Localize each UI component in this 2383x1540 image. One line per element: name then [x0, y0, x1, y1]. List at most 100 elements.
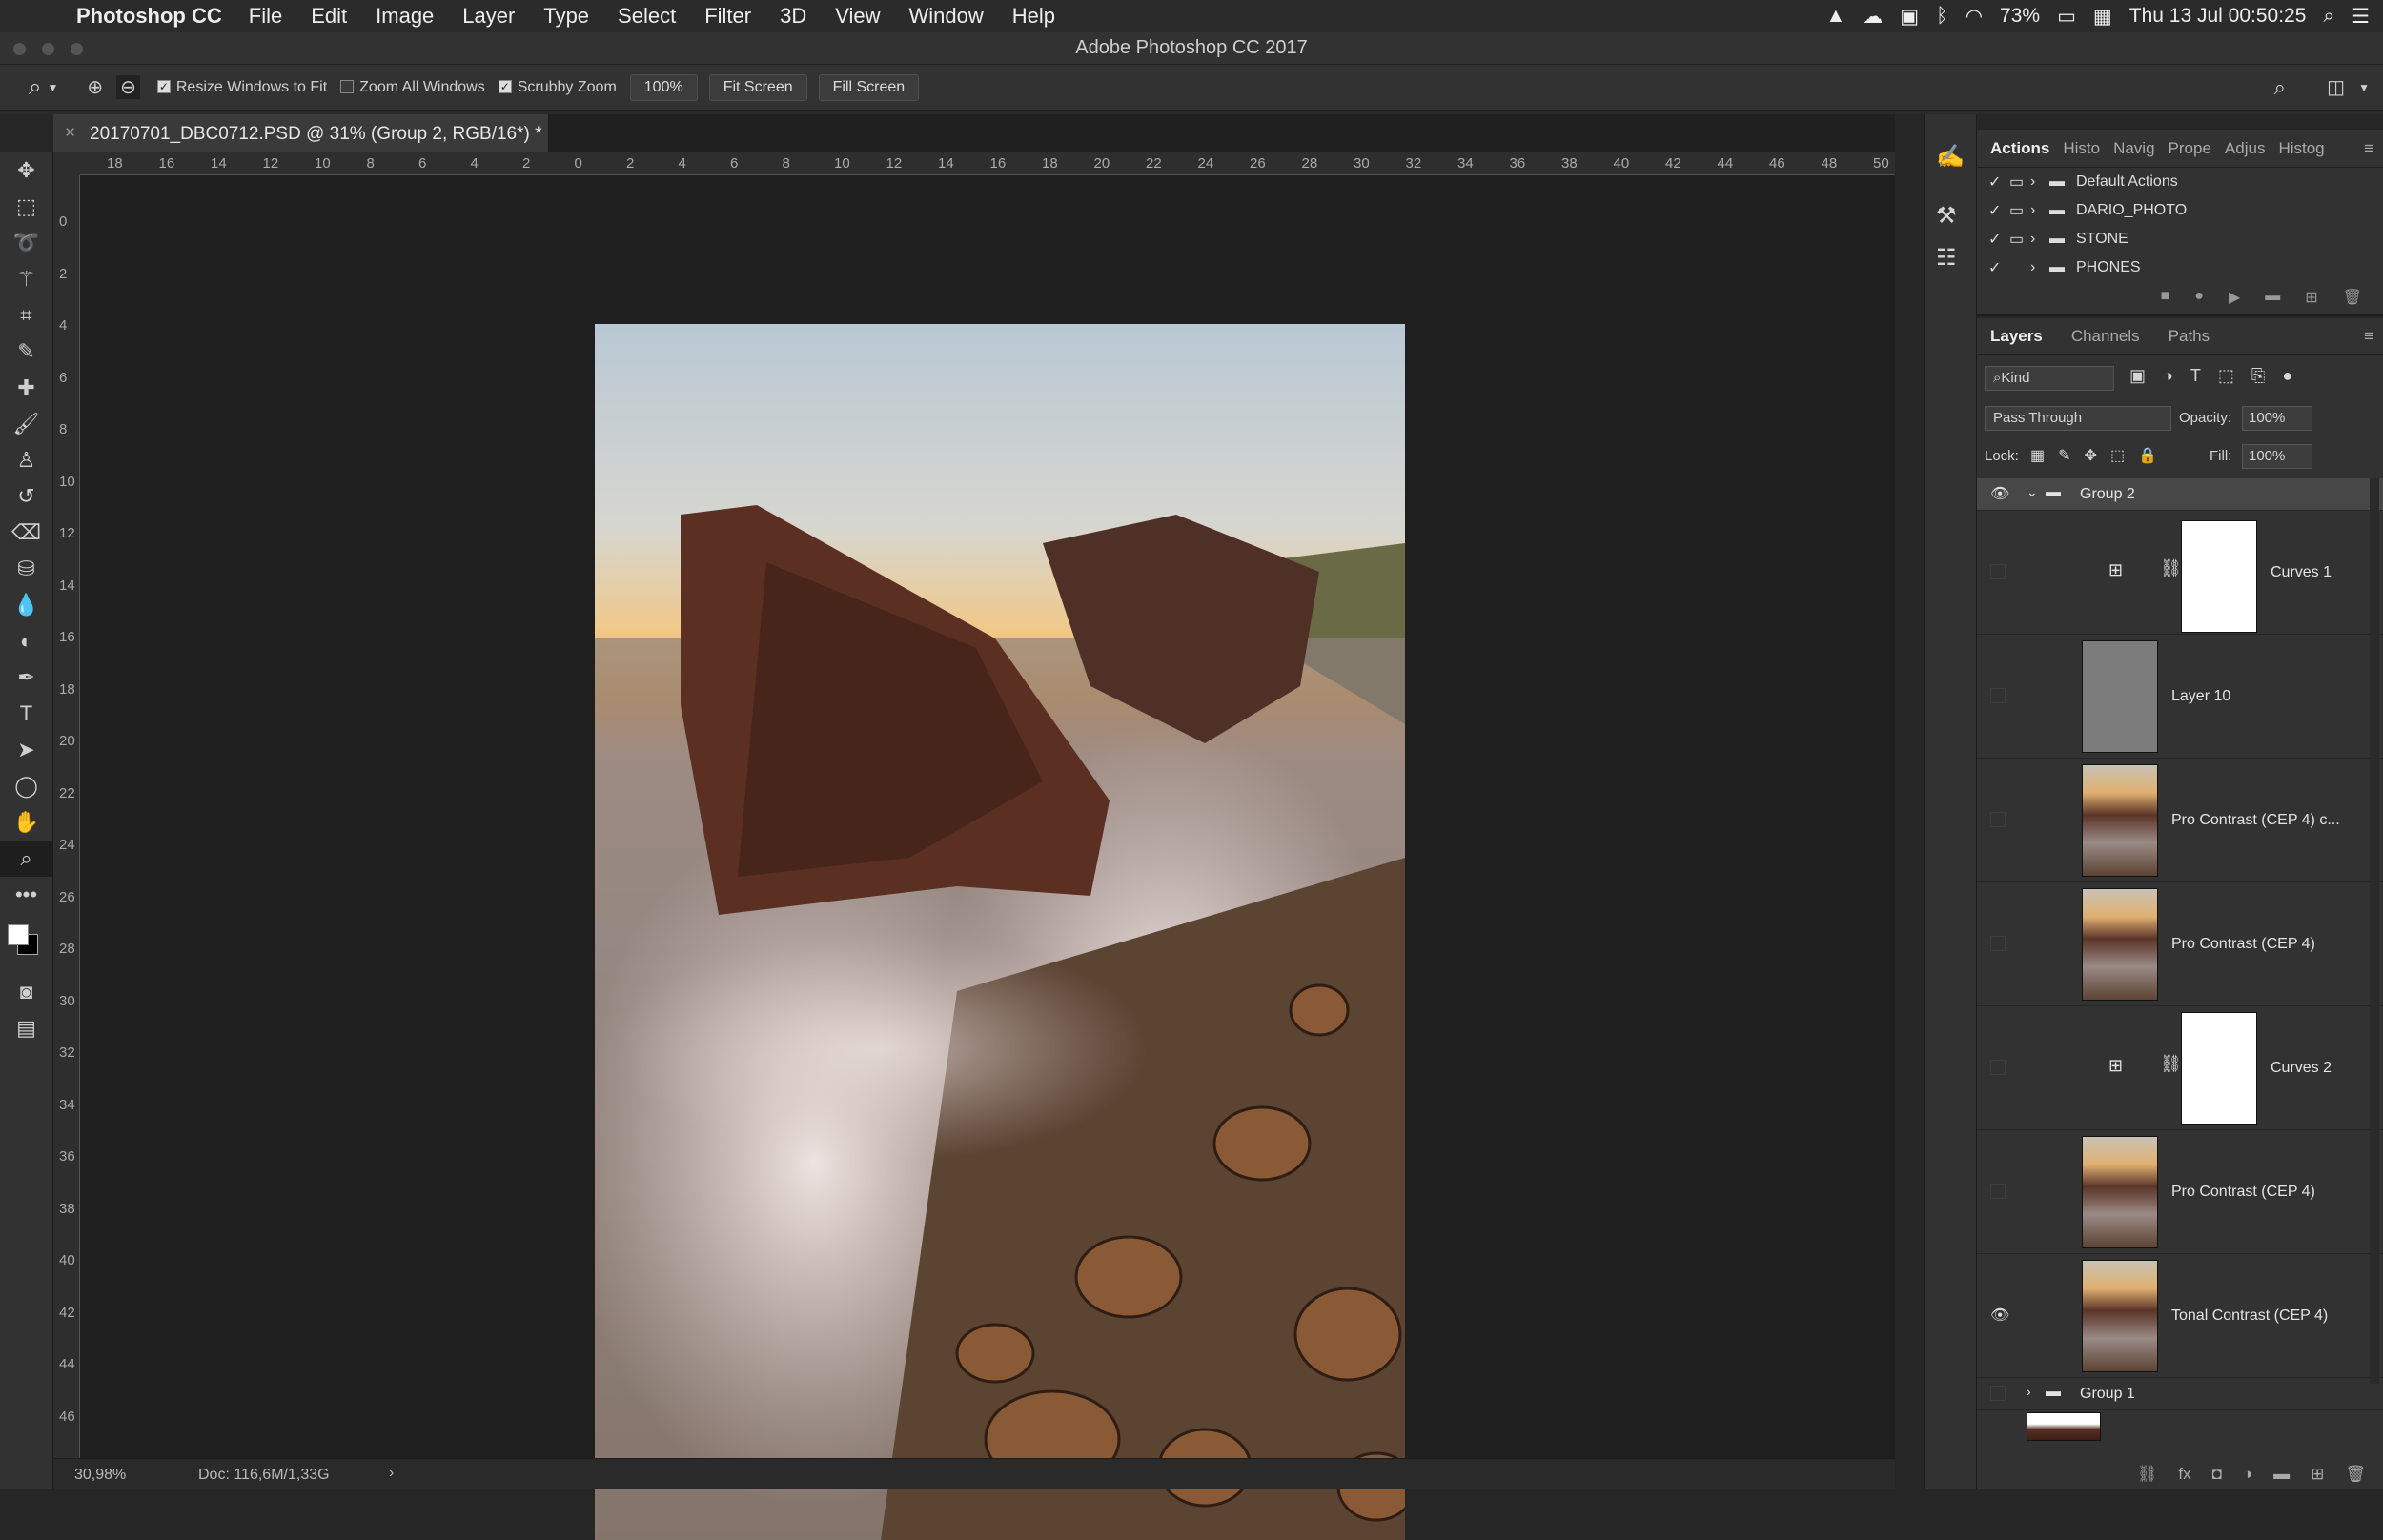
- quick-mask-icon[interactable]: ◙: [0, 974, 52, 1010]
- lock-all-icon[interactable]: 🔒: [2138, 446, 2157, 465]
- brush-tool-icon[interactable]: 🖌: [0, 406, 52, 442]
- clone-stamp-tool-icon[interactable]: ♙: [0, 442, 52, 478]
- layer-row-tonal-contrast[interactable]: 👁 Tonal Contrast (CEP 4): [1977, 1254, 2383, 1378]
- workspace-switcher-icon[interactable]: ◫: [2327, 75, 2345, 99]
- ruler-origin[interactable]: [53, 152, 80, 175]
- display-icon[interactable]: ▣: [1900, 5, 1919, 29]
- tab-paths[interactable]: Paths: [2169, 327, 2210, 346]
- layers-scrollbar[interactable]: [2370, 478, 2379, 1384]
- tab-channels[interactable]: Channels: [2071, 327, 2140, 346]
- stop-icon[interactable]: ■: [2161, 288, 2170, 307]
- dodge-tool-icon[interactable]: ◐: [0, 623, 52, 659]
- screen-mode-icon[interactable]: ▤: [0, 1010, 52, 1046]
- bluetooth-icon[interactable]: ᛒ: [1936, 5, 1948, 28]
- visibility-toggle[interactable]: [1990, 688, 2006, 703]
- visibility-toggle[interactable]: [1990, 1386, 2006, 1401]
- layer-row-curves-1[interactable]: ⊞ ⛓ Curves 1: [1977, 511, 2383, 635]
- ellipse-tool-icon[interactable]: ◯: [0, 768, 52, 804]
- zoom-value-field[interactable]: 100%: [629, 73, 698, 101]
- wifi-icon[interactable]: ◠: [1965, 5, 1983, 29]
- spotlight-search-icon[interactable]: ⌕: [2323, 5, 2334, 28]
- zoom-in-icon[interactable]: ⊕: [87, 75, 103, 99]
- fill-field[interactable]: 100%: [2242, 444, 2312, 469]
- chevron-right-icon[interactable]: ›: [2030, 259, 2049, 276]
- menu-3d[interactable]: 3D: [780, 4, 806, 29]
- checkmark-icon[interactable]: ✓: [1988, 258, 2009, 277]
- chevron-down-icon[interactable]: ⌄: [2027, 484, 2038, 500]
- menu-filter[interactable]: Filter: [704, 4, 751, 29]
- chevron-right-icon[interactable]: ›: [2027, 1384, 2031, 1399]
- new-group-icon[interactable]: ▬: [2273, 1465, 2290, 1484]
- menu-select[interactable]: Select: [618, 4, 676, 29]
- tab-navigator[interactable]: Navig: [2113, 139, 2154, 158]
- clock[interactable]: Thu 13 Jul 00:50:25: [2129, 5, 2307, 28]
- blur-tool-icon[interactable]: 💧: [0, 587, 52, 623]
- checkmark-icon[interactable]: ✓: [1988, 230, 2009, 249]
- chevron-down-icon[interactable]: ▼: [2358, 81, 2370, 94]
- layer-row-curves-2[interactable]: ⊞ ⛓ Curves 2: [1977, 1006, 2383, 1130]
- fill-screen-button[interactable]: Fill Screen: [818, 73, 920, 101]
- layer-row-group-1[interactable]: › ▬ Group 1: [1977, 1378, 2383, 1410]
- filter-type-icon[interactable]: T: [2190, 366, 2201, 386]
- search-icon[interactable]: ⌕: [2274, 75, 2286, 100]
- filter-smart-icon[interactable]: ⎘: [2251, 366, 2265, 386]
- document-tab[interactable]: × 20170701_DBC0712.PSD @ 31% (Group 2, R…: [53, 114, 549, 152]
- tab-actions[interactable]: Actions: [1990, 139, 2049, 158]
- checkmark-icon[interactable]: ✓: [1988, 201, 2009, 220]
- battery-icon[interactable]: ▭: [2057, 5, 2076, 29]
- menu-edit[interactable]: Edit: [311, 4, 347, 29]
- layer-row-pro-contrast-copy[interactable]: Pro Contrast (CEP 4) c...: [1977, 759, 2383, 882]
- action-set-row[interactable]: ✓ ▭ › ▬ DARIO_PHOTO: [1977, 196, 2383, 225]
- link-layers-icon[interactable]: ⛓: [2137, 1465, 2158, 1484]
- record-icon[interactable]: ●: [2194, 288, 2204, 307]
- menu-window[interactable]: Window: [909, 4, 984, 29]
- visibility-toggle[interactable]: [1990, 1060, 2006, 1075]
- visibility-toggle[interactable]: [1990, 1184, 2006, 1199]
- eye-icon[interactable]: 👁: [1990, 484, 2009, 503]
- eyedropper-tool-icon[interactable]: ✎: [0, 334, 52, 370]
- layer-row-layer-10[interactable]: Layer 10: [1977, 635, 2383, 759]
- scrubby-zoom-checkbox[interactable]: ✓ Scrubby Zoom: [498, 79, 617, 96]
- filter-toggle-icon[interactable]: ●: [2282, 366, 2292, 386]
- opacity-field[interactable]: 100%: [2242, 406, 2312, 431]
- new-set-icon[interactable]: ▬: [2265, 288, 2280, 307]
- lock-transparency-icon[interactable]: ▦: [2030, 446, 2045, 465]
- menu-image[interactable]: Image: [376, 4, 434, 29]
- more-tools-icon[interactable]: •••: [0, 877, 52, 913]
- layer-mask-thumbnail[interactable]: [2181, 1012, 2257, 1125]
- close-tab-icon[interactable]: ×: [65, 123, 75, 144]
- new-action-icon[interactable]: ⊞: [2305, 288, 2317, 307]
- filter-pixel-icon[interactable]: ▣: [2129, 366, 2146, 386]
- notification-center-icon[interactable]: ☰: [2352, 5, 2370, 29]
- vertical-ruler[interactable]: 0 2 4 6 8 10 12 14 16 18 20 22 24 26 28 30 32 34 36 38 40 42 4…: [53, 175, 80, 1458]
- lock-position-icon[interactable]: ✥: [2085, 446, 2097, 465]
- action-set-row[interactable]: ✓ ▭ › ▬ STONE: [1977, 225, 2383, 253]
- resize-windows-checkbox[interactable]: ✓ Resize Windows to Fit: [156, 79, 327, 96]
- magic-wand-tool-icon[interactable]: ⚚: [0, 261, 52, 297]
- filter-adjustment-icon[interactable]: ◑: [2163, 366, 2173, 386]
- trash-icon[interactable]: 🗑: [2343, 288, 2362, 307]
- dialog-toggle-icon[interactable]: ▭: [2009, 201, 2030, 220]
- path-selection-tool-icon[interactable]: ➤: [0, 732, 52, 768]
- new-layer-icon[interactable]: ⊞: [2311, 1465, 2324, 1484]
- cloud-sync-icon[interactable]: ☁: [1863, 5, 1883, 29]
- marquee-tool-icon[interactable]: ⬚: [0, 189, 52, 225]
- type-tool-icon[interactable]: T: [0, 696, 52, 732]
- menu-help[interactable]: Help: [1012, 4, 1055, 29]
- chevron-right-icon[interactable]: ›: [2030, 231, 2049, 248]
- creative-cloud-icon[interactable]: ▲: [1825, 5, 1845, 28]
- layer-row-pro-contrast-2[interactable]: Pro Contrast (CEP 4): [1977, 1130, 2383, 1254]
- panel-menu-icon[interactable]: ≡: [2364, 139, 2373, 158]
- filter-shape-icon[interactable]: ⬚: [2218, 366, 2234, 386]
- add-mask-icon[interactable]: ◘: [2212, 1465, 2222, 1484]
- brush-preset-icon[interactable]: ✍: [1936, 143, 1965, 171]
- action-set-row[interactable]: ✓ › ▬ PHONES: [1977, 253, 2383, 282]
- battery-percent[interactable]: 73%: [2000, 5, 2040, 28]
- horizontal-ruler[interactable]: 18 16 14 12 10 8 6 4 2 0 2 4 6 8 10 12 14 16 18 20 22 24 26 28 3…: [80, 152, 1895, 175]
- lock-artboard-icon[interactable]: ⬚: [2110, 446, 2125, 465]
- layer-row-group-2[interactable]: 👁 ⌄ ▬ Group 2: [1977, 478, 2383, 511]
- play-icon[interactable]: ▶: [2229, 288, 2240, 307]
- crop-tool-icon[interactable]: ⌗: [0, 297, 52, 334]
- history-brush-tool-icon[interactable]: ↺: [0, 478, 52, 515]
- zoom-tool-icon[interactable]: ⌕: [0, 841, 52, 877]
